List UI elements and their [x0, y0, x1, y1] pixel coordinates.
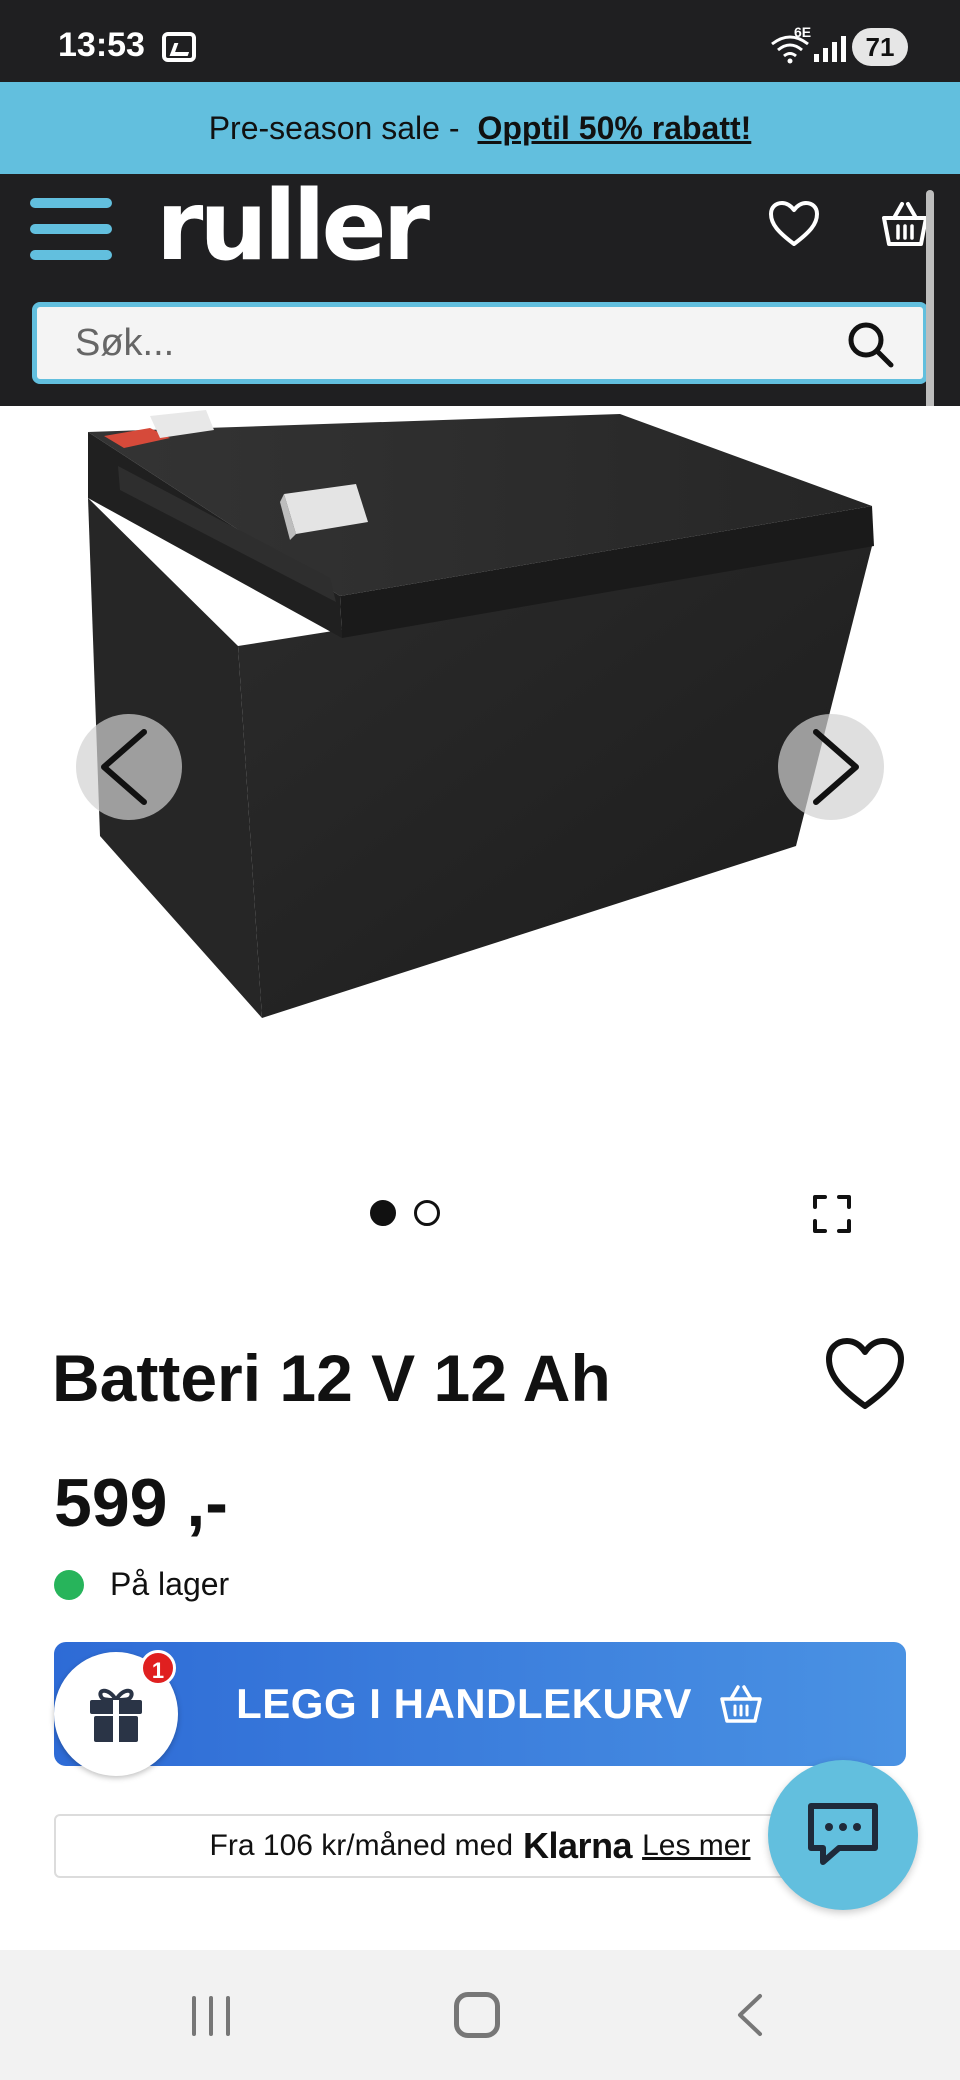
klarna-text: Fra 106 kr/måned med [209, 1829, 514, 1862]
system-navigation-bar [0, 1950, 960, 2080]
add-to-cart-button[interactable]: LEGG I HANDLEKURV [54, 1642, 906, 1766]
gallery-dot-1[interactable] [370, 1200, 396, 1226]
network-type-label: 6E [794, 24, 812, 40]
status-bar: 13:53 6E 71 [0, 0, 960, 82]
recent-apps-icon[interactable] [188, 1994, 234, 2038]
gallery-next-button[interactable] [778, 714, 884, 820]
gift-count-badge: 1 [140, 1650, 176, 1686]
in-stock-indicator [54, 1569, 84, 1600]
basket-icon[interactable] [880, 200, 930, 248]
battery-indicator: 71 [852, 28, 908, 66]
product-price: 599 ,- [54, 1465, 228, 1541]
site-header: ruller [0, 174, 960, 406]
fullscreen-icon[interactable] [812, 1194, 852, 1234]
promo-text: Pre-season sale - [208, 109, 460, 146]
basket-icon [720, 1685, 762, 1723]
chat-button[interactable] [768, 1760, 918, 1910]
chat-icon [808, 1803, 878, 1865]
home-icon[interactable] [454, 1992, 500, 2038]
promo-link[interactable]: Opptil 50% rabatt! [477, 110, 751, 147]
status-time: 13:53 [58, 26, 145, 64]
stock-status: På lager [54, 1566, 229, 1603]
chevron-left-icon [101, 729, 147, 805]
signal-icon [814, 34, 846, 62]
search-input[interactable] [37, 307, 837, 379]
add-to-cart-label: LEGG I HANDLEKURV [236, 1680, 692, 1727]
site-logo[interactable]: ruller [156, 178, 430, 274]
search-icon[interactable] [845, 319, 895, 369]
klarna-logo: Klarna [523, 1825, 633, 1866]
klarna-read-more-link[interactable]: Les mer [642, 1829, 750, 1863]
menu-icon[interactable] [30, 198, 112, 262]
product-title: Batteri 12 V 12 Ah [52, 1341, 611, 1415]
gallery-dot-2[interactable] [414, 1200, 440, 1226]
chevron-right-icon [813, 729, 859, 805]
gallery-prev-button[interactable] [76, 714, 182, 820]
stock-label: På lager [110, 1566, 230, 1602]
screenshot-notification-icon [162, 32, 196, 62]
promo-banner: Pre-season sale - Opptil 50% rabatt! [0, 82, 960, 174]
add-to-wishlist-icon[interactable] [824, 1336, 906, 1412]
wishlist-icon[interactable] [768, 200, 820, 248]
product-gallery [0, 406, 960, 1233]
search-bar [32, 302, 928, 384]
gallery-pagination [370, 1200, 440, 1226]
back-icon[interactable] [730, 1992, 770, 2038]
gift-icon [90, 1688, 142, 1742]
